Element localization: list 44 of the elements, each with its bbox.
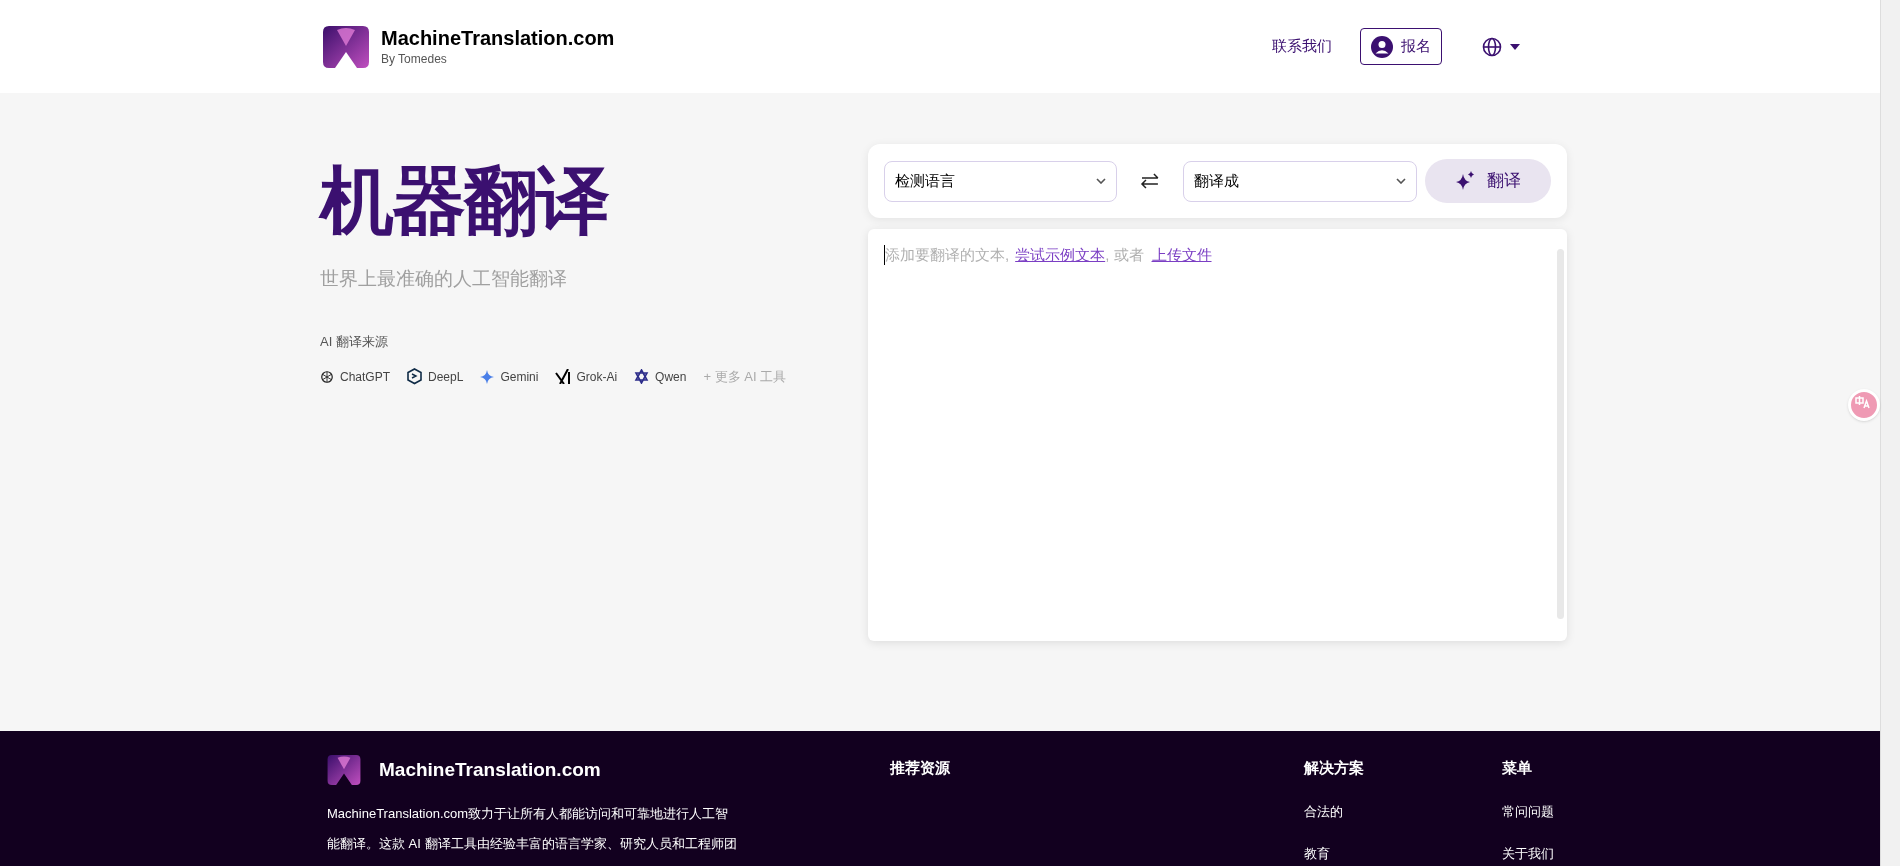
page-scrollbar[interactable] xyxy=(1880,0,1900,866)
sparkle-icon xyxy=(480,369,495,384)
chevron-down-icon xyxy=(1095,178,1106,184)
footer-link[interactable]: 常问问题 xyxy=(1502,801,1622,822)
hexagon-icon xyxy=(407,368,422,386)
source-language-select[interactable]: 检测语言 xyxy=(884,160,1117,202)
sample-text-link[interactable]: 尝试示例文本 xyxy=(1015,245,1106,265)
translate-button[interactable]: 翻译 xyxy=(1424,159,1551,203)
input-placeholder: 添加要翻译的文本, xyxy=(885,245,1010,265)
star-hexagon-icon xyxy=(634,369,650,385)
user-icon xyxy=(1371,35,1393,58)
footer-description: 能翻译。这款 AI 翻译工具由经验丰富的语言学家、研究人员和工程师团 xyxy=(327,835,738,853)
footer-description: MachineTranslation.com致力于让所有人都能访问和可靠地进行人工智 xyxy=(327,805,730,823)
footer-brand-name: MachineTranslation.com xyxy=(379,757,601,782)
caret-icon xyxy=(1510,43,1520,50)
language-menu-button[interactable] xyxy=(1482,36,1520,57)
footer-column-heading: 解决方案 xyxy=(1304,758,1365,778)
input-placeholder-or: , 或者 xyxy=(1105,245,1144,265)
hero-subtitle: 世界上最准确的人工智能翻译 xyxy=(320,267,568,291)
brand-logo-icon xyxy=(327,755,361,785)
chevron-down-icon xyxy=(1395,178,1406,184)
target-language-select[interactable]: 翻译成 xyxy=(1182,160,1417,202)
footer-link[interactable]: 教育 xyxy=(1304,843,1502,864)
signup-button[interactable]: 报名 xyxy=(1360,28,1442,65)
footer-column-heading: 推荐资源 xyxy=(890,758,951,778)
ai-source-name: Grok-Ai xyxy=(576,368,618,386)
slash-x-icon xyxy=(555,369,571,385)
ai-source-name: Qwen xyxy=(655,368,687,386)
globe-icon xyxy=(1482,36,1502,57)
text-input-area[interactable]: 添加要翻译的文本, 尝试示例文本, 或者 上传文件 xyxy=(868,229,1567,641)
upload-file-link[interactable]: 上传文件 xyxy=(1151,245,1212,265)
swap-arrows-icon[interactable] xyxy=(1139,173,1160,189)
brand-byline: By Tomedes xyxy=(381,50,448,68)
contact-link[interactable]: 联系我们 xyxy=(1272,35,1332,58)
footer-column-heading: 菜单 xyxy=(1502,758,1533,778)
sources-label: AI 翻译来源 xyxy=(320,332,389,351)
footer-link[interactable]: 合法的 xyxy=(1304,801,1502,822)
footer-link[interactable]: 关于我们 xyxy=(1502,843,1622,864)
brand-name: MachineTranslation.com xyxy=(381,25,615,50)
brand-logo-icon xyxy=(323,25,369,68)
ai-source-name: ChatGPT xyxy=(340,368,390,386)
hero-title: 机器翻译 xyxy=(320,158,610,244)
ai-source-name: Gemini xyxy=(500,368,539,386)
ai-source-name: DeepL xyxy=(428,368,464,386)
